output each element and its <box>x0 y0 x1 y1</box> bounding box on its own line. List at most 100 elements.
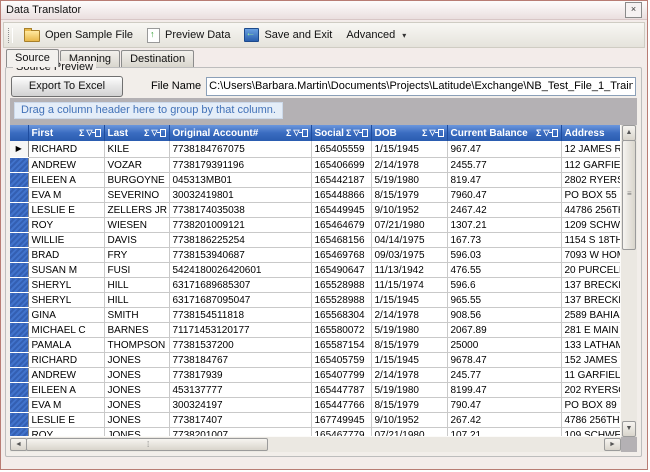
row-selector[interactable] <box>10 158 28 173</box>
pin-icon[interactable] <box>552 129 558 137</box>
grid-cell[interactable]: 596.03 <box>447 248 561 263</box>
grid-cell[interactable]: 4786 256TH ST <box>561 413 621 428</box>
sum-icon[interactable]: Σ <box>346 128 351 138</box>
grid-cell[interactable]: 09/03/1975 <box>371 248 447 263</box>
row-selector[interactable] <box>10 233 28 248</box>
grid-cell[interactable]: BRAD <box>28 248 104 263</box>
grid-cell[interactable]: WILLIE <box>28 233 104 248</box>
grid-cell[interactable]: 7960.47 <box>447 188 561 203</box>
grid-cell[interactable]: 7738184767 <box>169 353 311 368</box>
grid-cell[interactable]: 165442187 <box>311 173 371 188</box>
grid-cell[interactable]: SMITH <box>104 308 169 323</box>
grid-cell[interactable]: 267.42 <box>447 413 561 428</box>
grid-cell[interactable]: 1307.21 <box>447 218 561 233</box>
grid-cell[interactable]: 11 GARFIELD A <box>561 368 621 383</box>
grid-cell[interactable]: 167.73 <box>447 233 561 248</box>
grid-cell[interactable]: 137 BRECKENR <box>561 278 621 293</box>
grid-cell[interactable]: 9/10/1952 <box>371 413 447 428</box>
grid-cell[interactable]: 7738153940687 <box>169 248 311 263</box>
grid-cell[interactable]: 7738179391196 <box>169 158 311 173</box>
grid-cell[interactable]: EVA M <box>28 398 104 413</box>
grid-cell[interactable]: JONES <box>104 368 169 383</box>
grid-cell[interactable]: EILEEN A <box>28 173 104 188</box>
grid-cell[interactable]: LESLIE E <box>28 413 104 428</box>
grid-cell[interactable]: 790.47 <box>447 398 561 413</box>
grid-cell[interactable]: MICHAEL C <box>28 323 104 338</box>
grid-cell[interactable]: HILL <box>104 293 169 308</box>
row-selector[interactable] <box>10 188 28 203</box>
select-all-corner[interactable] <box>10 125 28 141</box>
scroll-left-icon[interactable]: ◄ <box>10 438 27 451</box>
grid-cell[interactable]: 967.47 <box>447 141 561 158</box>
grid-cell[interactable]: 1/15/1945 <box>371 353 447 368</box>
row-selector[interactable] <box>10 278 28 293</box>
grid-cell[interactable]: 7738174035038 <box>169 203 311 218</box>
grid-cell[interactable]: 77381537200 <box>169 338 311 353</box>
grid-cell[interactable]: 2067.89 <box>447 323 561 338</box>
grid-cell[interactable]: 165528988 <box>311 293 371 308</box>
pin-icon[interactable] <box>160 129 166 137</box>
vertical-scrollbar[interactable]: ▲ ▼ <box>620 125 637 437</box>
grid-cell[interactable]: 2/14/1978 <box>371 308 447 323</box>
grid-cell[interactable]: 9678.47 <box>447 353 561 368</box>
row-selector[interactable] <box>10 218 28 233</box>
grid-cell[interactable]: FRY <box>104 248 169 263</box>
sum-icon[interactable]: Σ <box>79 128 84 138</box>
row-selector[interactable] <box>10 203 28 218</box>
grid-cell[interactable]: 5424180026420601 <box>169 263 311 278</box>
table-row[interactable]: ANDREWJONES7738179391654077992/14/197824… <box>10 368 621 383</box>
grid-cell[interactable]: 8/15/1979 <box>371 188 447 203</box>
grid-cell[interactable]: 773817939 <box>169 368 311 383</box>
grid-cell[interactable]: 7738201009121 <box>169 218 311 233</box>
grid-cell[interactable]: 165528988 <box>311 278 371 293</box>
table-row[interactable]: LESLIE EZELLERS JR7738174035038165449945… <box>10 203 621 218</box>
column-header-first[interactable]: FirstΣ▽ <box>28 125 104 141</box>
grid-cell[interactable]: 773817407 <box>169 413 311 428</box>
grid-cell[interactable]: 165405759 <box>311 353 371 368</box>
open-sample-file-button[interactable]: Open Sample File <box>17 25 140 45</box>
horizontal-scroll-thumb[interactable] <box>26 438 268 451</box>
grid-cell[interactable]: 476.55 <box>447 263 561 278</box>
grid-cell[interactable]: BARNES <box>104 323 169 338</box>
column-header-current-balance[interactable]: Current BalanceΣ▽ <box>447 125 561 141</box>
grid-cell[interactable]: 112 GARFIELD <box>561 158 621 173</box>
grid-cell[interactable]: 1154 S 18TH ST <box>561 233 621 248</box>
row-selector[interactable] <box>10 353 28 368</box>
group-by-bar[interactable]: Drag a column header here to group by th… <box>10 98 637 125</box>
column-header-original-account-[interactable]: Original Account#Σ▽ <box>169 125 311 141</box>
grid-cell[interactable]: 2/14/1978 <box>371 368 447 383</box>
grid-cell[interactable]: 7738184767075 <box>169 141 311 158</box>
grid-cell[interactable]: 165447787 <box>311 383 371 398</box>
grid-cell[interactable]: 7738186225254 <box>169 233 311 248</box>
table-row[interactable]: BRADFRY773815394068716546976809/03/19755… <box>10 248 621 263</box>
grid-cell[interactable]: PO BOX 89 <box>561 398 621 413</box>
grid-cell[interactable]: 71171453120177 <box>169 323 311 338</box>
grid-cell[interactable]: 63171687095047 <box>169 293 311 308</box>
grid-cell[interactable]: JONES <box>104 398 169 413</box>
grid-cell[interactable]: 453137777 <box>169 383 311 398</box>
tab-source[interactable]: Source <box>6 49 59 67</box>
grid-cell[interactable]: KILE <box>104 141 169 158</box>
column-header-social[interactable]: SocialΣ▽ <box>311 125 371 141</box>
sum-icon[interactable]: Σ <box>422 128 427 138</box>
grid-cell[interactable]: FUSI <box>104 263 169 278</box>
sum-icon[interactable]: Σ <box>144 128 149 138</box>
table-row[interactable]: ANDREWVOZAR77381793911961654066992/14/19… <box>10 158 621 173</box>
grid-cell[interactable]: VOZAR <box>104 158 169 173</box>
grid-cell[interactable]: RICHARD <box>28 353 104 368</box>
grid-cell[interactable]: 908.56 <box>447 308 561 323</box>
grid-cell[interactable]: 63171689685307 <box>169 278 311 293</box>
grid-cell[interactable]: 165464679 <box>311 218 371 233</box>
grid-cell[interactable]: 2467.42 <box>447 203 561 218</box>
grid-cell[interactable]: 133 LATHAM ST <box>561 338 621 353</box>
grid-cell[interactable]: 07/21/1980 <box>371 218 447 233</box>
grid-cell[interactable]: 165580072 <box>311 323 371 338</box>
grid-cell[interactable]: WIESEN <box>104 218 169 233</box>
row-selector[interactable] <box>10 248 28 263</box>
scroll-right-icon[interactable]: ► <box>604 438 621 451</box>
grid-cell[interactable]: 165490647 <box>311 263 371 278</box>
grid-cell[interactable]: 281 E MAIN ST <box>561 323 621 338</box>
grid-cell[interactable]: 165468156 <box>311 233 371 248</box>
filter-icon[interactable]: ▽ <box>353 128 359 137</box>
pin-icon[interactable] <box>438 129 444 137</box>
